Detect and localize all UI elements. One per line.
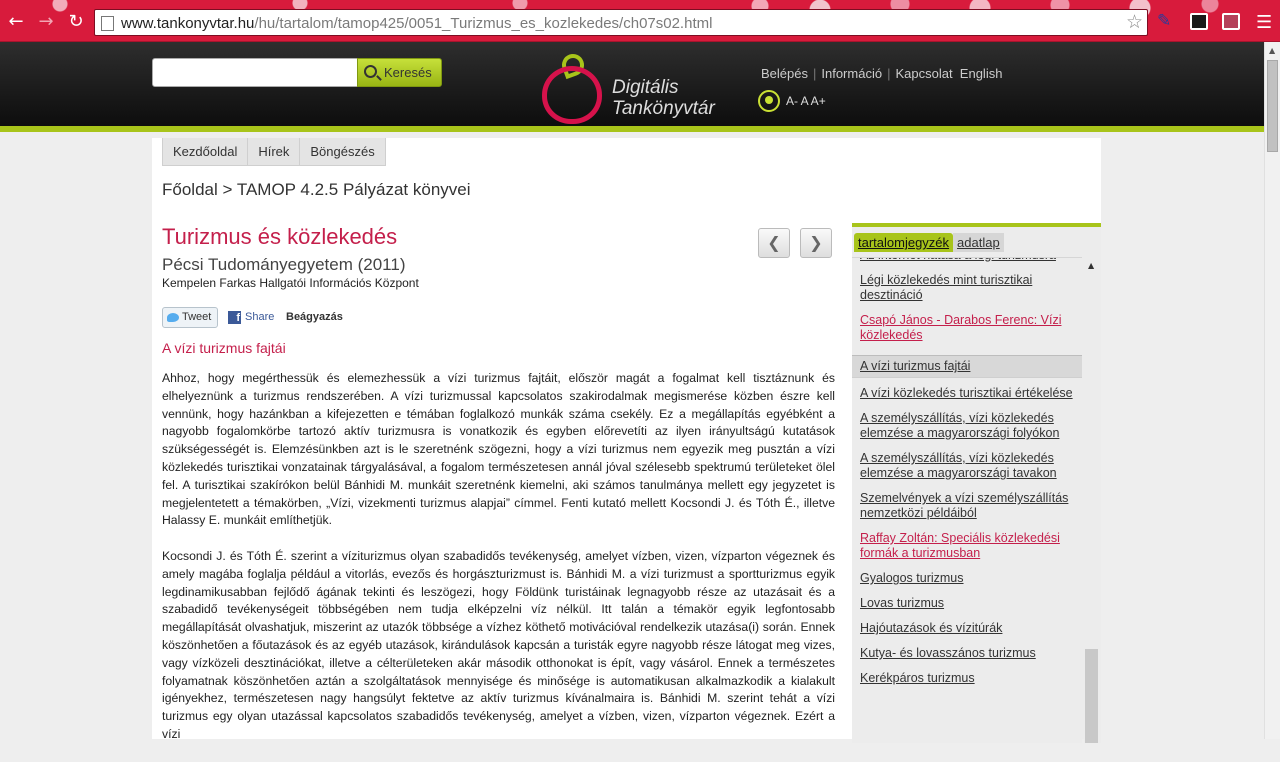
- toc-list: Az internet hatása a légi turizmusra Légi…: [852, 258, 1082, 696]
- site-logo[interactable]: Digitális Tankönyvtár: [540, 50, 730, 124]
- tab-table-of-contents[interactable]: tartalomjegyzék: [854, 233, 954, 252]
- main-nav: Kezdőoldal Hírek Böngészés: [162, 138, 386, 166]
- url-host: www.tankonyvtar.hu: [121, 15, 255, 32]
- sidebar: tartalomjegyzék adatlap Az internet hatá…: [852, 223, 1101, 743]
- toc-item[interactable]: Légi közlekedés mint turisztikai desztin…: [852, 273, 1082, 303]
- share-label: Share: [245, 311, 275, 323]
- tab-home[interactable]: Kezdőoldal: [163, 138, 249, 165]
- toc-item[interactable]: Gyalogos turizmus: [852, 571, 1082, 586]
- url-text[interactable]: www.tankonyvtar.hu/hu/tartalom/tamop425/…: [121, 15, 712, 32]
- toc-item[interactable]: Lovas turizmus: [852, 596, 1082, 611]
- paragraph: Ahhoz, hogy megérthessük és elemezhessük…: [162, 371, 835, 528]
- scroll-up-arrow-icon[interactable]: ▲: [1088, 261, 1094, 270]
- toc-item[interactable]: Kutya- és lovasszános turizmus: [852, 646, 1082, 661]
- extension-dark-icon[interactable]: [1190, 13, 1208, 30]
- page-icon: [101, 16, 114, 31]
- browser-toolbar: ← → ↻ www.tankonyvtar.hu/hu/tartalom/tam…: [0, 0, 1280, 42]
- login-link[interactable]: Belépés: [761, 66, 808, 81]
- search-button[interactable]: Keresés: [357, 58, 442, 87]
- table-of-contents: Az internet hatása a légi turizmusra Légi…: [852, 257, 1082, 743]
- embed-link[interactable]: Beágyazás: [286, 309, 343, 326]
- paragraph: Kocsondi J. és Tóth É. szerint a vízitur…: [162, 548, 835, 741]
- search-icon: [364, 65, 377, 78]
- toc-item[interactable]: Raffay Zoltán: Speciális közlekedési for…: [852, 531, 1082, 561]
- facebook-icon: f: [228, 311, 241, 324]
- back-arrow-icon[interactable]: ←: [6, 12, 26, 32]
- sidebar-tabs: tartalomjegyzék adatlap: [854, 233, 1004, 252]
- toc-item[interactable]: A vízi közlekedés turisztikai értékelése: [852, 386, 1082, 401]
- window-scrollbar[interactable]: ▲: [1264, 42, 1280, 739]
- book-title: Turizmus és közlekedés: [162, 224, 398, 249]
- toc-item[interactable]: Csapó János - Darabos Ferenc: Vízi közle…: [852, 313, 1082, 343]
- menu-icon[interactable]: ☰: [1256, 12, 1272, 33]
- english-link[interactable]: English: [960, 66, 1003, 81]
- search-input[interactable]: [152, 58, 358, 87]
- search-button-label: Keresés: [384, 65, 432, 80]
- toc-item[interactable]: Hajóutazások és vízitúrák: [852, 621, 1082, 636]
- section-title: A vízi turizmus fajtái: [162, 340, 286, 356]
- scroll-up-arrow-icon[interactable]: ▲: [1269, 46, 1275, 55]
- address-bar[interactable]: www.tankonyvtar.hu/hu/tartalom/tamop425/…: [94, 9, 1148, 36]
- breadcrumb[interactable]: Főoldal > TAMOP 4.2.5 Pályázat könyvei: [162, 180, 471, 200]
- tweet-label: Tweet: [182, 311, 212, 323]
- article-body: Ahhoz, hogy megérthessük és elemezhessük…: [162, 370, 835, 762]
- toc-item[interactable]: A személyszállítás, vízi közlekedés elem…: [852, 451, 1082, 481]
- bookmark-star-icon[interactable]: ☆: [1126, 11, 1143, 33]
- toc-scrollbar[interactable]: ▲: [1084, 257, 1101, 743]
- book-publisher: Kempelen Farkas Hallgatói Információs Kö…: [162, 276, 419, 290]
- extension-pen-icon[interactable]: ✎: [1157, 13, 1175, 30]
- tab-browse[interactable]: Böngészés: [300, 138, 384, 165]
- site-header: Keresés Digitális Tankönyvtár Belépés | In…: [0, 42, 1264, 132]
- page-content: Kezdőoldal Hírek Böngészés Főoldal > TAM…: [152, 138, 1101, 743]
- toc-item[interactable]: Az internet hatása a légi turizmusra: [852, 258, 1082, 263]
- tweet-button[interactable]: Tweet: [162, 307, 218, 328]
- book-subtitle: Pécsi Tudományegyetem (2011): [162, 255, 406, 274]
- logo-text-line2: Tankönyvtár: [612, 98, 715, 119]
- toc-item[interactable]: A személyszállítás, vízi közlekedés elem…: [852, 411, 1082, 441]
- info-link[interactable]: Információ: [821, 66, 882, 81]
- contact-link[interactable]: Kapcsolat: [895, 66, 952, 81]
- tab-news[interactable]: Hírek: [248, 138, 301, 165]
- twitter-bird-icon: [167, 313, 179, 322]
- window-scroll-thumb[interactable]: [1267, 60, 1278, 152]
- previous-page-button[interactable]: ❮: [758, 228, 790, 258]
- toc-item[interactable]: Kerékpáros turizmus: [852, 671, 1082, 686]
- font-size-links[interactable]: A- A A+: [786, 94, 826, 108]
- url-path: /hu/tartalom/tamop425/0051_Turizmus_es_k…: [254, 15, 713, 32]
- facebook-share-button[interactable]: f Share: [228, 309, 274, 326]
- reload-icon[interactable]: ↻: [66, 12, 86, 32]
- extension-screen-icon[interactable]: [1222, 13, 1240, 30]
- toc-scroll-thumb[interactable]: [1085, 649, 1098, 743]
- toc-item[interactable]: Szemelvények a vízi személyszállítás nem…: [852, 491, 1082, 521]
- toc-item[interactable]: A vízi turizmus fajtái: [852, 355, 1082, 378]
- logo-apple-icon: [542, 66, 602, 124]
- tab-datasheet[interactable]: adatlap: [953, 233, 1004, 252]
- next-page-button[interactable]: ❯: [800, 228, 832, 258]
- header-links: Belépés | Információ | Kapcsolat English: [761, 66, 1003, 81]
- forward-arrow-icon[interactable]: →: [36, 12, 56, 32]
- logo-text-line1: Digitális: [612, 77, 679, 98]
- accessibility-icon[interactable]: [758, 90, 780, 112]
